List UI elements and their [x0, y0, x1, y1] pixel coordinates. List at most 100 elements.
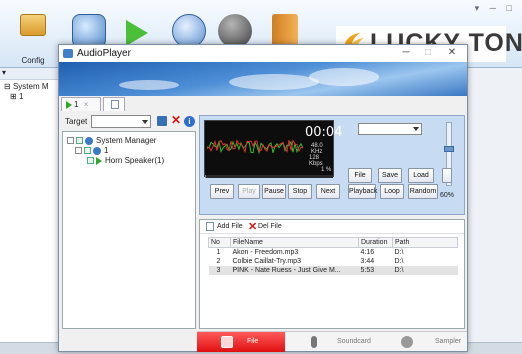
new-tab-button[interactable]: [103, 97, 125, 111]
main-tree-root-label: System M: [12, 82, 49, 91]
cloud-shape: [309, 68, 379, 86]
tab-file[interactable]: File: [197, 332, 285, 352]
play-button[interactable]: Play: [238, 184, 260, 199]
table-header-row: No FileName Duration Path: [208, 237, 458, 248]
main-tree-child-label: 1: [18, 92, 24, 101]
progress-bar[interactable]: [205, 175, 333, 178]
collapse-icon[interactable]: [67, 137, 74, 145]
random-button[interactable]: Random: [408, 184, 438, 199]
book-icon[interactable]: [272, 14, 298, 48]
tab-close-icon[interactable]: ×: [84, 100, 89, 109]
info-icon[interactable]: i: [184, 116, 195, 127]
column-header-duration[interactable]: Duration: [358, 237, 393, 248]
main-window-controls[interactable]: ▾ ─ □: [475, 3, 516, 14]
table-row[interactable]: 3 PINK - Nate Ruess - Just Give M... 5:5…: [208, 265, 458, 275]
volume-percent: 60%: [440, 192, 455, 199]
sky-banner: [59, 62, 467, 96]
network-icon: [93, 146, 101, 155]
bitrate: 128 Kbps: [309, 155, 323, 167]
music-file-icon: [221, 336, 233, 348]
tree-item-system-manager[interactable]: System Manager: [67, 136, 156, 145]
lcd-display: 00:04 48.0 KHz 128 Kbps 1 %: [204, 120, 342, 178]
delete-file-icon[interactable]: ✕: [248, 220, 257, 233]
play-icon: [96, 156, 102, 165]
column-header-no[interactable]: No: [208, 237, 231, 248]
maximize-button[interactable]: □: [419, 46, 437, 60]
stop-button[interactable]: Stop: [288, 184, 312, 199]
file-list-panel: Add File ✕ Del File No FileName Duration…: [199, 219, 465, 329]
left-panel-header[interactable]: ▾: [0, 68, 60, 80]
source-tabs: File Soundcard Sampler: [197, 331, 467, 352]
save-icon[interactable]: [157, 116, 167, 126]
volume-icon[interactable]: [442, 168, 452, 183]
tree-item-label: 1: [104, 146, 109, 155]
playback-button[interactable]: Playback: [348, 184, 377, 199]
main-tree-child[interactable]: ⊞ 1: [10, 92, 23, 101]
cell-no: 3: [208, 265, 231, 275]
mode-select[interactable]: [358, 123, 422, 135]
app-icon: [63, 49, 73, 58]
globe-icon: [85, 136, 93, 145]
load-button[interactable]: Load: [408, 168, 434, 183]
tab-sampler[interactable]: Sampler: [377, 332, 465, 352]
save-button[interactable]: Save: [378, 168, 402, 183]
cell-no: 2: [216, 257, 221, 265]
next-button[interactable]: Next: [316, 184, 340, 199]
collapse-icon[interactable]: [75, 147, 82, 155]
cell-path: D:\: [394, 248, 404, 256]
target-row: Target ✕ i: [63, 113, 197, 129]
microphone-icon: [311, 336, 317, 348]
column-header-filename[interactable]: FileName: [230, 237, 359, 248]
tab-soundcard-label: Soundcard: [337, 338, 371, 345]
prev-button[interactable]: Prev: [210, 184, 234, 199]
folder-icon: [20, 14, 46, 36]
cell-duration: 3:44: [360, 257, 375, 265]
tree-item-label: Horn Speaker(1): [105, 156, 165, 165]
checkbox[interactable]: [84, 147, 91, 155]
main-tree-root[interactable]: ⊟ System M: [4, 82, 49, 91]
progress-percent: 1 %: [321, 167, 332, 173]
cell-filename: Akon - Freedom.mp3: [232, 248, 299, 256]
file-button[interactable]: File: [348, 168, 372, 183]
progress-fill: [205, 175, 207, 178]
tree-item-group[interactable]: 1: [75, 146, 108, 155]
add-file-icon[interactable]: [206, 222, 214, 231]
expand-icon[interactable]: ⊟: [4, 82, 13, 91]
target-label: Target: [65, 117, 88, 126]
pause-button[interactable]: Pause: [262, 184, 286, 199]
headphones-icon[interactable]: [218, 14, 252, 48]
tab-player-1[interactable]: 1 ×: [61, 97, 101, 111]
chevron-down-icon: [413, 127, 419, 131]
cell-duration: 5:53: [358, 265, 393, 275]
main-left-panel: ▾ ⊟ System M ⊞ 1: [0, 68, 60, 354]
tree-item-label: System Manager: [96, 136, 157, 145]
del-file-button[interactable]: Del File: [258, 223, 282, 230]
volume-thumb[interactable]: [444, 146, 454, 153]
cell-no: 1: [216, 248, 221, 256]
target-select[interactable]: [91, 115, 151, 128]
music-icon[interactable]: [72, 14, 106, 48]
table-row[interactable]: 1 Akon - Freedom.mp3 4:16 D:\: [209, 248, 458, 257]
loop-button[interactable]: Loop: [380, 184, 404, 199]
cell-duration: 4:16: [360, 248, 375, 256]
table-row[interactable]: 2 Colbie Caillat-Try.mp3 3:44 D:\: [209, 257, 458, 266]
config-button[interactable]: Config: [10, 8, 56, 65]
chat-icon[interactable]: [172, 14, 206, 48]
add-file-button[interactable]: Add File: [217, 223, 243, 230]
play-icon[interactable]: [126, 20, 148, 46]
minimize-button[interactable]: ─: [397, 46, 415, 60]
expand-icon[interactable]: ⊞: [10, 92, 19, 101]
tree-item-horn-speaker[interactable]: Horn Speaker(1): [87, 156, 164, 165]
audio-player-dialog: AudioPlayer ─ □ ✕ 1 × Target ✕ i System …: [58, 44, 468, 352]
time-display: 00:04: [305, 125, 343, 140]
tab-soundcard[interactable]: Soundcard: [287, 332, 375, 352]
column-header-path[interactable]: Path: [392, 237, 458, 248]
file-table: No FileName Duration Path 1 Akon - Freed…: [208, 237, 458, 275]
checkbox[interactable]: [87, 157, 94, 165]
cell-path: D:\: [392, 265, 458, 275]
waveform: [207, 139, 303, 155]
checkbox[interactable]: [76, 137, 83, 145]
dialog-titlebar[interactable]: AudioPlayer ─ □ ✕: [59, 45, 467, 62]
delete-icon[interactable]: ✕: [171, 113, 181, 127]
close-button[interactable]: ✕: [443, 46, 461, 60]
